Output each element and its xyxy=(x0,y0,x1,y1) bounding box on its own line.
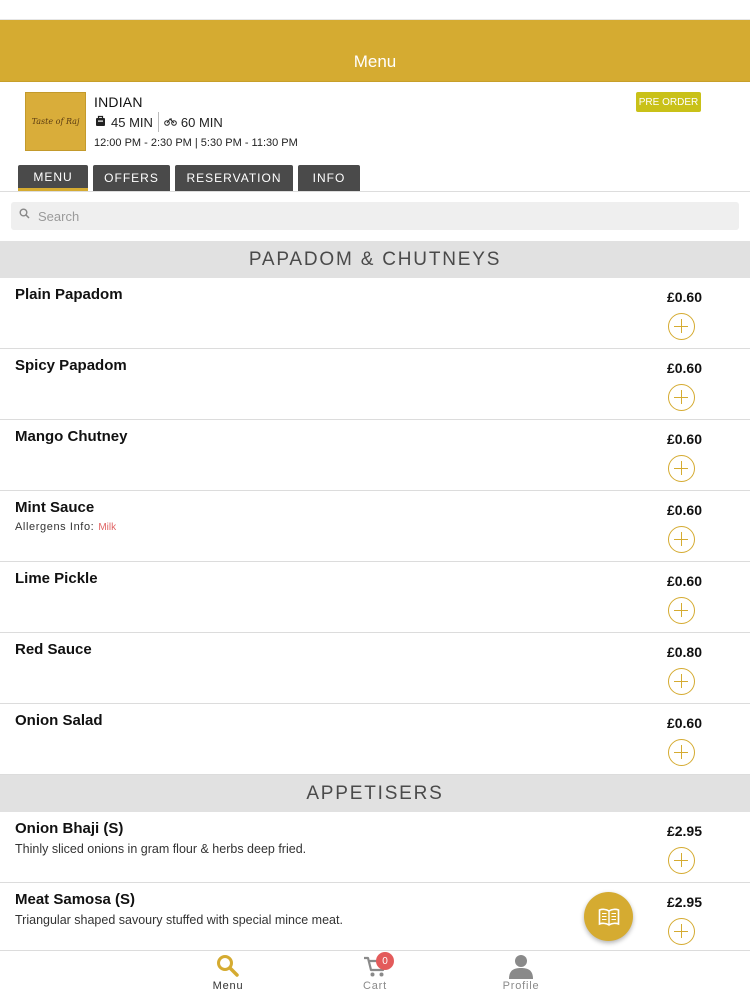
section-header: PAPADOM & CHUTNEYS xyxy=(0,241,750,278)
search-bar xyxy=(11,202,739,230)
delivery-bike-icon xyxy=(164,116,177,129)
nav-cart[interactable]: Cart xyxy=(315,951,435,1000)
nav-label: Profile xyxy=(502,980,540,992)
item-price: £2.95 xyxy=(666,894,702,910)
item-price: £0.60 xyxy=(666,715,702,731)
add-to-cart-button[interactable] xyxy=(668,918,695,945)
add-to-cart-button[interactable] xyxy=(668,313,695,340)
menu-book-fab[interactable] xyxy=(584,892,633,941)
tab-info[interactable]: INFO xyxy=(298,165,360,191)
item-name: Lime Pickle xyxy=(15,570,98,587)
bottom-nav: Menu Cart 0 Profile xyxy=(0,950,750,1000)
nav-label: Menu xyxy=(212,980,244,992)
item-price: £0.60 xyxy=(666,289,702,305)
top-bar: Menu xyxy=(0,20,750,82)
tab-reservation[interactable]: RESERVATION xyxy=(175,165,293,191)
logo-text: Taste of Raj xyxy=(31,117,80,126)
item-price: £0.60 xyxy=(666,360,702,376)
menu-item[interactable]: Mint Sauce Allergens Info: Milk £0.60 xyxy=(0,491,750,562)
nav-menu[interactable]: Menu xyxy=(168,951,288,1000)
opening-hours: 12:00 PM - 2:30 PM | 5:30 PM - 11:30 PM xyxy=(94,137,298,149)
add-to-cart-button[interactable] xyxy=(668,455,695,482)
item-price: £2.95 xyxy=(666,823,702,839)
menu-item[interactable]: Mango Chutney £0.60 xyxy=(0,420,750,491)
add-to-cart-button[interactable] xyxy=(668,668,695,695)
tab-offers[interactable]: OFFERS xyxy=(93,165,170,191)
add-to-cart-button[interactable] xyxy=(668,526,695,553)
status-strip xyxy=(0,0,750,20)
time-divider xyxy=(157,112,159,132)
item-name: Onion Salad xyxy=(15,712,103,729)
tabs-divider xyxy=(0,191,750,192)
allergen-value: Milk xyxy=(98,522,117,533)
menu-item[interactable]: Red Sauce £0.80 xyxy=(0,633,750,704)
add-to-cart-button[interactable] xyxy=(668,847,695,874)
item-name: Mint Sauce xyxy=(15,499,95,516)
search-icon xyxy=(19,208,30,222)
collection-time: 45 MIN xyxy=(111,114,153,130)
item-price: £0.60 xyxy=(666,573,702,589)
add-to-cart-button[interactable] xyxy=(668,384,695,411)
menu-item[interactable]: Meat Samosa (S) Triangular shaped savour… xyxy=(0,883,750,950)
item-name: Red Sauce xyxy=(15,641,92,658)
restaurant-logo: Taste of Raj xyxy=(25,92,86,151)
item-name: Plain Papadom xyxy=(15,286,123,303)
cart-count-badge: 0 xyxy=(376,952,394,970)
menu-list[interactable]: PAPADOM & CHUTNEYS Plain Papadom £0.60 S… xyxy=(0,241,750,950)
section-header: APPETISERS xyxy=(0,775,750,812)
menu-item[interactable]: Plain Papadom £0.60 xyxy=(0,278,750,349)
item-price: £0.80 xyxy=(666,644,702,660)
item-name: Spicy Papadom xyxy=(15,357,127,374)
profile-icon xyxy=(509,955,533,979)
nav-label: Cart xyxy=(363,980,387,992)
item-description: Thinly sliced onions in gram flour & her… xyxy=(15,842,307,856)
delivery-time: 60 MIN xyxy=(180,114,223,130)
add-to-cart-button[interactable] xyxy=(668,739,695,766)
item-name: Mango Chutney xyxy=(15,428,128,445)
allergen-label: Allergens Info: xyxy=(15,521,95,533)
page-title: Menu xyxy=(353,52,397,71)
allergen-info: Allergens Info: Milk xyxy=(15,521,116,533)
menu-item[interactable]: Spicy Papadom £0.60 xyxy=(0,349,750,420)
tab-menu[interactable]: MENU xyxy=(18,165,88,191)
preorder-button[interactable]: PRE ORDER xyxy=(636,92,701,112)
item-description: Triangular shaped savoury stuffed with s… xyxy=(15,913,343,927)
item-name: Meat Samosa (S) xyxy=(15,891,136,908)
menu-item[interactable]: Onion Bhaji (S) Thinly sliced onions in … xyxy=(0,812,750,883)
menu-tabs: MENU OFFERS RESERVATION INFO xyxy=(18,165,365,191)
item-name: Onion Bhaji (S) xyxy=(15,820,124,837)
menu-item[interactable]: Onion Salad £0.60 xyxy=(0,704,750,775)
collection-bag-icon xyxy=(94,115,107,130)
book-icon xyxy=(598,908,619,926)
add-to-cart-button[interactable] xyxy=(668,597,695,624)
item-price: £0.60 xyxy=(666,502,702,518)
item-price: £0.60 xyxy=(666,431,702,447)
search-icon xyxy=(217,955,239,977)
menu-item[interactable]: Lime Pickle £0.60 xyxy=(0,562,750,633)
service-times: 45 MIN 60 MIN xyxy=(94,112,223,132)
search-input[interactable] xyxy=(38,206,728,226)
cuisine-label: INDIAN xyxy=(94,94,143,110)
nav-profile[interactable]: Profile xyxy=(461,951,581,1000)
